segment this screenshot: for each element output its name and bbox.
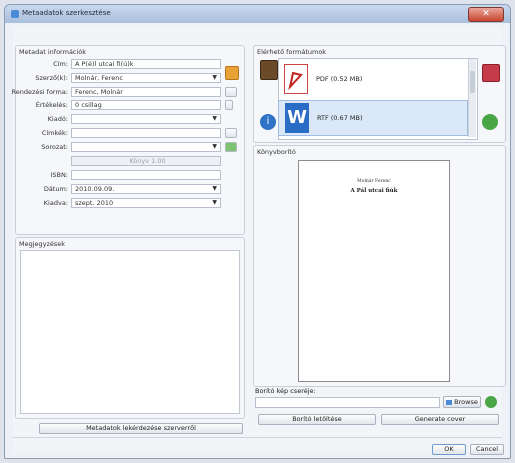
chevron-down-icon: ▼ bbox=[212, 74, 217, 81]
title-field[interactable]: A P(é)l utcai fi(ú)k bbox=[71, 59, 221, 69]
pdf-icon bbox=[284, 64, 308, 94]
rating-label: Értékelés: bbox=[35, 101, 68, 109]
add-series-icon[interactable] bbox=[225, 142, 237, 152]
cover-title: A Pál utcai fiúk bbox=[350, 188, 398, 194]
date-label: Dátum: bbox=[43, 185, 68, 193]
series-field[interactable]: ▼ bbox=[71, 142, 221, 152]
sort-label: Rendezési forma: bbox=[11, 88, 68, 96]
format-label: RTF (0.67 MB) bbox=[317, 114, 363, 122]
cover-author: Molnár Ferenc bbox=[357, 179, 391, 184]
dialog-window: Metaadatok szerkesztése ✕ Metadat inform… bbox=[4, 4, 511, 459]
comments-group-title: Megjegyzések bbox=[19, 240, 66, 248]
info-icon[interactable]: i bbox=[260, 114, 276, 130]
metadata-group-title: Metadat információk bbox=[19, 48, 87, 56]
generate-cover-button[interactable]: Generate cover bbox=[381, 414, 499, 425]
publisher-field[interactable]: ▼ bbox=[71, 114, 221, 124]
date-value: 2010.09.09. bbox=[75, 185, 115, 193]
isbn-field[interactable] bbox=[71, 170, 221, 180]
isbn-label: ISBN: bbox=[50, 171, 68, 179]
series-label: Sorozat: bbox=[41, 143, 68, 151]
rating-spinner[interactable] bbox=[225, 100, 233, 110]
cancel-button[interactable]: Cancel bbox=[470, 444, 504, 455]
formats-group: Elérhető formátumok i PDF (0.52 MB) W RT… bbox=[253, 45, 506, 143]
list-item[interactable]: PDF (0.52 MB) bbox=[278, 62, 468, 98]
scroll-thumb[interactable] bbox=[470, 71, 475, 93]
cover-group-title: Könyvborító bbox=[257, 148, 296, 156]
list-item[interactable]: W RTF (0.67 MB) bbox=[278, 100, 468, 136]
authors-label: Szerző(k): bbox=[35, 74, 68, 82]
date-field[interactable]: 2010.09.09. ▼ bbox=[71, 184, 221, 194]
published-field[interactable]: szept. 2010 ▼ bbox=[71, 198, 221, 208]
ok-button[interactable]: OK bbox=[432, 444, 466, 455]
refresh-cover-icon[interactable] bbox=[485, 396, 497, 408]
browse-label: Browse bbox=[454, 398, 478, 406]
footer-divider bbox=[13, 437, 502, 438]
publisher-label: Kiadó: bbox=[47, 115, 68, 123]
chevron-down-icon: ▼ bbox=[212, 199, 217, 206]
convert-icon[interactable] bbox=[482, 114, 498, 130]
window-title: Metaadatok szerkesztése bbox=[22, 9, 111, 17]
title-bar: Metaadatok szerkesztése ✕ bbox=[5, 5, 510, 23]
fetch-metadata-button[interactable]: Metadatok lekérdezése szerverről bbox=[39, 423, 243, 434]
title-label: Cím: bbox=[53, 60, 68, 68]
authors-field[interactable]: Molnár, Ferenc ▼ bbox=[71, 73, 221, 83]
browse-button[interactable]: Browse bbox=[443, 396, 481, 408]
sort-field[interactable]: Ferenc, Molnár bbox=[71, 87, 221, 97]
chevron-down-icon: ▼ bbox=[212, 185, 217, 192]
swap-icon[interactable] bbox=[225, 66, 239, 80]
published-label: Kiadva: bbox=[43, 199, 68, 207]
folder-icon bbox=[446, 399, 453, 405]
word-icon: W bbox=[285, 103, 309, 133]
tags-label: Címkék: bbox=[41, 129, 68, 137]
dialog-client: Metadat információk Cím: A P(é)l utcai f… bbox=[12, 27, 506, 455]
chevron-down-icon: ▼ bbox=[212, 143, 217, 150]
comments-editor[interactable] bbox=[20, 250, 240, 414]
cover-change-label: Borító kép cseréje: bbox=[255, 387, 316, 395]
tags-field[interactable] bbox=[71, 128, 221, 138]
comments-group: Megjegyzések bbox=[15, 237, 245, 419]
add-format-icon[interactable] bbox=[260, 60, 278, 80]
rating-field[interactable]: 0 csillag bbox=[71, 100, 221, 110]
sort-auto-button[interactable] bbox=[225, 87, 237, 97]
close-button[interactable]: ✕ bbox=[468, 7, 504, 22]
published-value: szept. 2010 bbox=[75, 199, 114, 207]
formats-scrollbar[interactable] bbox=[468, 59, 476, 137]
format-label: PDF (0.52 MB) bbox=[316, 75, 363, 83]
metadata-group: Metadat információk Cím: A P(é)l utcai f… bbox=[12, 45, 245, 235]
formats-group-title: Elérhető formátumok bbox=[257, 48, 327, 56]
app-icon bbox=[11, 10, 19, 18]
cover-group: Könyvborító Molnár Ferenc A Pál utcai fi… bbox=[253, 145, 506, 387]
cover-preview: Molnár Ferenc A Pál utcai fiúk bbox=[298, 160, 450, 382]
cover-path-field[interactable] bbox=[255, 397, 440, 408]
chevron-down-icon: ▼ bbox=[212, 115, 217, 122]
authors-value: Molnár, Ferenc bbox=[75, 74, 123, 82]
series-number-field[interactable]: Könyv 1.00 bbox=[71, 156, 221, 166]
remove-format-icon[interactable] bbox=[482, 64, 500, 82]
tag-editor-button[interactable] bbox=[225, 128, 237, 138]
download-cover-button[interactable]: Borító letöltése bbox=[258, 414, 376, 425]
